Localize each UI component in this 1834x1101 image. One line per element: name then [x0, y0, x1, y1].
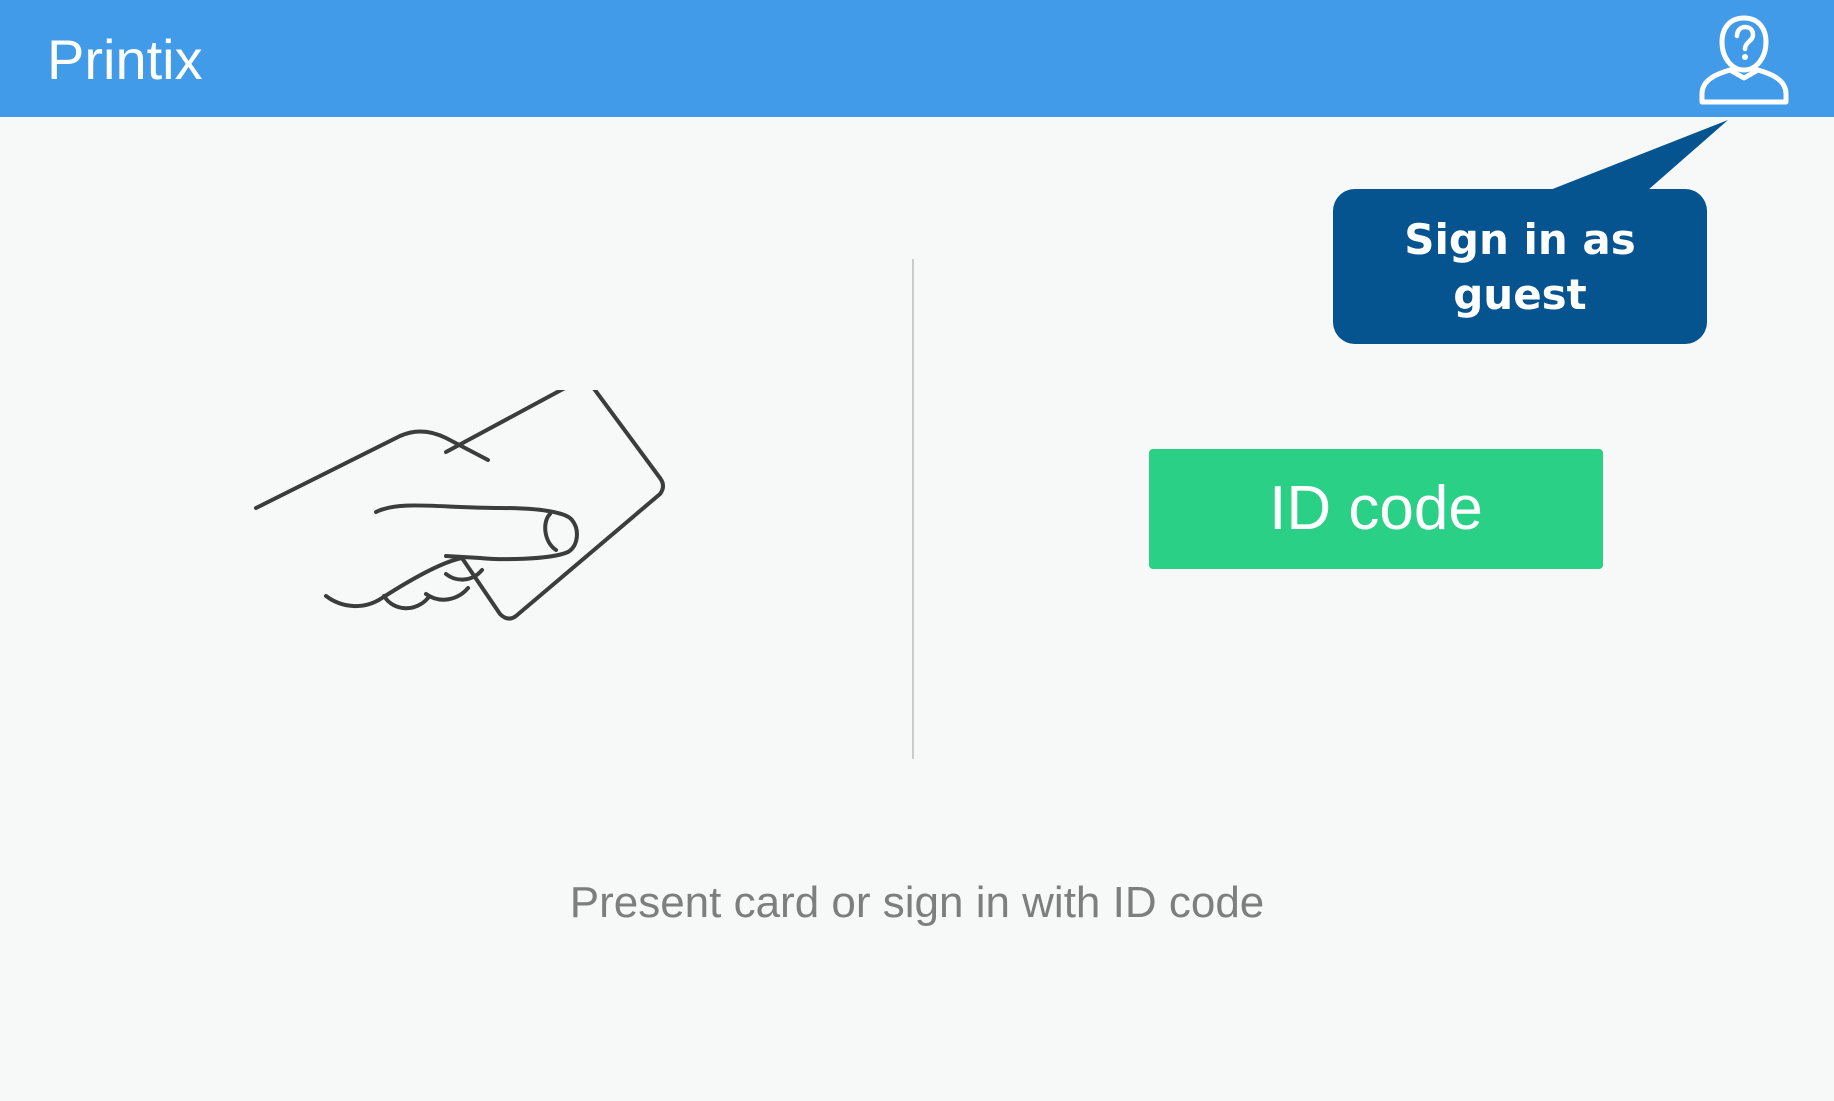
hand-holding-card-icon: [250, 390, 670, 630]
app-title: Printix: [47, 28, 203, 91]
guest-user-question-icon: [1699, 15, 1789, 105]
divider: [912, 259, 914, 759]
guest-sign-in-button[interactable]: [1696, 12, 1792, 106]
top-bar: Printix: [0, 0, 1834, 117]
guest-tooltip: Sign in as guest: [1333, 189, 1707, 344]
instruction-text: Present card or sign in with ID code: [569, 878, 1265, 927]
id-code-button[interactable]: ID code: [1149, 449, 1603, 569]
tooltip-pointer: [1540, 118, 1740, 198]
tooltip-text: Sign in as guest: [1404, 214, 1636, 319]
